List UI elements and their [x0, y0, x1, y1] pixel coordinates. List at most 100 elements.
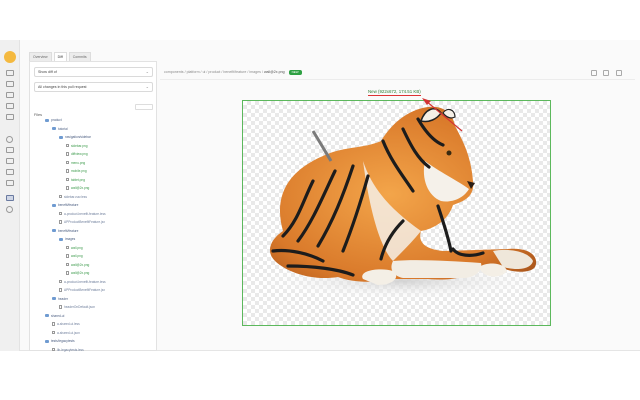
file-icon [66, 254, 69, 258]
file-icon [52, 347, 55, 352]
image-size-caption: New (922x672, 174.51 KB) [368, 89, 421, 96]
chevron-down-icon: ⌄ [145, 69, 149, 74]
folder-icon [45, 314, 49, 318]
tree-item-label: header [58, 296, 68, 301]
tree-file[interactable]: wall@2x.png [30, 184, 158, 193]
file-icon [59, 279, 62, 284]
tree-item-label: images [65, 237, 76, 241]
app-logo-icon[interactable] [4, 51, 16, 63]
file-icon [66, 271, 69, 275]
tree-item-label: wall@2x.png [71, 271, 90, 275]
sidebar-panel: Show diff of ⌄ All changes in this pull … [29, 61, 158, 354]
gear-icon[interactable] [6, 136, 13, 143]
tree-item-label: product [51, 118, 62, 122]
file-icon [66, 152, 69, 156]
tree-folder[interactable]: tutorial [30, 125, 158, 134]
tree-file[interactable]: wall.png [30, 244, 158, 253]
breadcrumb-file: wall@2x.png [263, 70, 285, 74]
file-tree: product tutorial navigation/sidebar sidebar… [30, 116, 158, 354]
tree-folder[interactable]: product [30, 116, 158, 125]
tab-diff[interactable]: Diff [53, 52, 67, 61]
tree-file[interactable]: a-product-benefit-feature.less [30, 278, 158, 287]
tiger-image [253, 106, 552, 301]
tree-item-label: a-shared-ui.json [57, 330, 80, 335]
changes-selector[interactable]: All changes in this pull request ⌄ [34, 82, 153, 92]
inbox-icon[interactable] [6, 147, 14, 153]
chevron-down-icon: ⌄ [145, 84, 149, 89]
tree-folder[interactable]: images [30, 235, 158, 244]
tree-folder[interactable]: navigation/sidebar [30, 133, 158, 142]
tree-file[interactable]: headerOnDefault.json [30, 303, 158, 312]
breadcrumb-item[interactable]: components [164, 70, 184, 74]
breadcrumb-item[interactable]: images [249, 70, 261, 74]
file-icon [52, 330, 55, 335]
tree-item-label: tests/legacytests [51, 339, 75, 343]
tree-item-label: shared-ui [51, 313, 65, 318]
folder-icon [45, 339, 49, 343]
folder-icon [59, 135, 63, 139]
file-icon [66, 245, 69, 250]
tree-item-label: wall.png [71, 254, 83, 258]
tree-item-label: tablet.png [71, 177, 86, 182]
diff-icon[interactable] [6, 195, 14, 201]
breadcrumb-item[interactable]: benefit/feature [223, 70, 246, 74]
tree-file[interactable]: lib-legacytests.less [30, 346, 158, 355]
home-icon[interactable] [6, 70, 14, 76]
play-icon[interactable] [6, 169, 14, 175]
sidebar-tabs: Overview Diff Commits [29, 52, 157, 61]
comment-icon[interactable] [591, 70, 597, 76]
diff-selector-label: Show diff of [38, 70, 57, 74]
pull-request-icon[interactable] [6, 114, 14, 120]
file-header-bar: components / platform / ui / product / b… [160, 66, 635, 80]
settings-icon[interactable] [6, 206, 13, 213]
breadcrumb-item[interactable]: platform [187, 70, 200, 74]
tree-file[interactable]: sidebar-nav.less [30, 193, 158, 202]
commits-icon[interactable] [6, 103, 14, 109]
tree-file[interactable]: a-shared-ui.json [30, 329, 158, 338]
tab-commits[interactable]: Commits [68, 52, 91, 61]
tree-file[interactable]: a-product-benefit-feature.less [30, 210, 158, 219]
file-icon [52, 322, 55, 326]
file-icon [59, 220, 62, 224]
breadcrumb-item[interactable]: ui [203, 70, 206, 74]
tree-file[interactable]: wall@2x.png [30, 261, 158, 270]
tree-file[interactable]: sidebar.png [30, 142, 158, 151]
tree-folder[interactable]: tests/legacytests [30, 337, 158, 346]
tree-file[interactable]: wall@2x.png [30, 269, 158, 278]
view-options-icon[interactable] [603, 70, 609, 76]
tree-file[interactable]: wall.png [30, 252, 158, 261]
tree-item-label: diffview.png [71, 152, 88, 156]
tree-item-label: wall.png [71, 245, 83, 250]
code-icon[interactable] [6, 81, 14, 87]
image-preview [242, 100, 552, 326]
tree-file[interactable]: mobile.png [30, 167, 158, 176]
breadcrumb-item[interactable]: product [208, 70, 220, 74]
upload-icon[interactable] [6, 158, 14, 164]
tree-folder[interactable]: benefit/feature [30, 201, 158, 210]
expand-icon[interactable] [616, 70, 622, 76]
tree-file[interactable]: diffview.png [30, 150, 158, 159]
diff-selector[interactable]: Show diff of ⌄ [34, 67, 153, 77]
tree-item-label: lib-legacytests.less [57, 347, 84, 352]
file-filter-input[interactable] [135, 104, 153, 110]
folder-icon [59, 237, 63, 241]
tree-file[interactable]: tablet.png [30, 176, 158, 185]
file-icon [66, 186, 69, 190]
tree-file[interactable]: menu.png [30, 159, 158, 168]
folder-icon [52, 297, 56, 301]
tab-overview[interactable]: Overview [29, 52, 52, 61]
tree-folder[interactable]: benefit/feature [30, 227, 158, 236]
tree-item-label: APProductBenefitFeature.jsx [64, 220, 105, 224]
tree-item-label: menu.png [71, 160, 86, 165]
tree-file[interactable]: APProductBenefitFeature.jsx [30, 218, 158, 227]
tree-folder[interactable]: header [30, 295, 158, 304]
tree-file[interactable]: a-shared-ui.less [30, 320, 158, 329]
tree-file[interactable]: APProductBenefitFeature.jsx [30, 286, 158, 295]
tree-folder[interactable]: shared-ui [30, 312, 158, 321]
files-header: Files [34, 103, 153, 117]
branch-icon[interactable] [6, 92, 14, 98]
file-icon [66, 262, 69, 267]
tree-item-label: navigation/sidebar [65, 135, 91, 139]
file-icon [66, 160, 69, 165]
pencil-icon[interactable] [6, 180, 14, 186]
